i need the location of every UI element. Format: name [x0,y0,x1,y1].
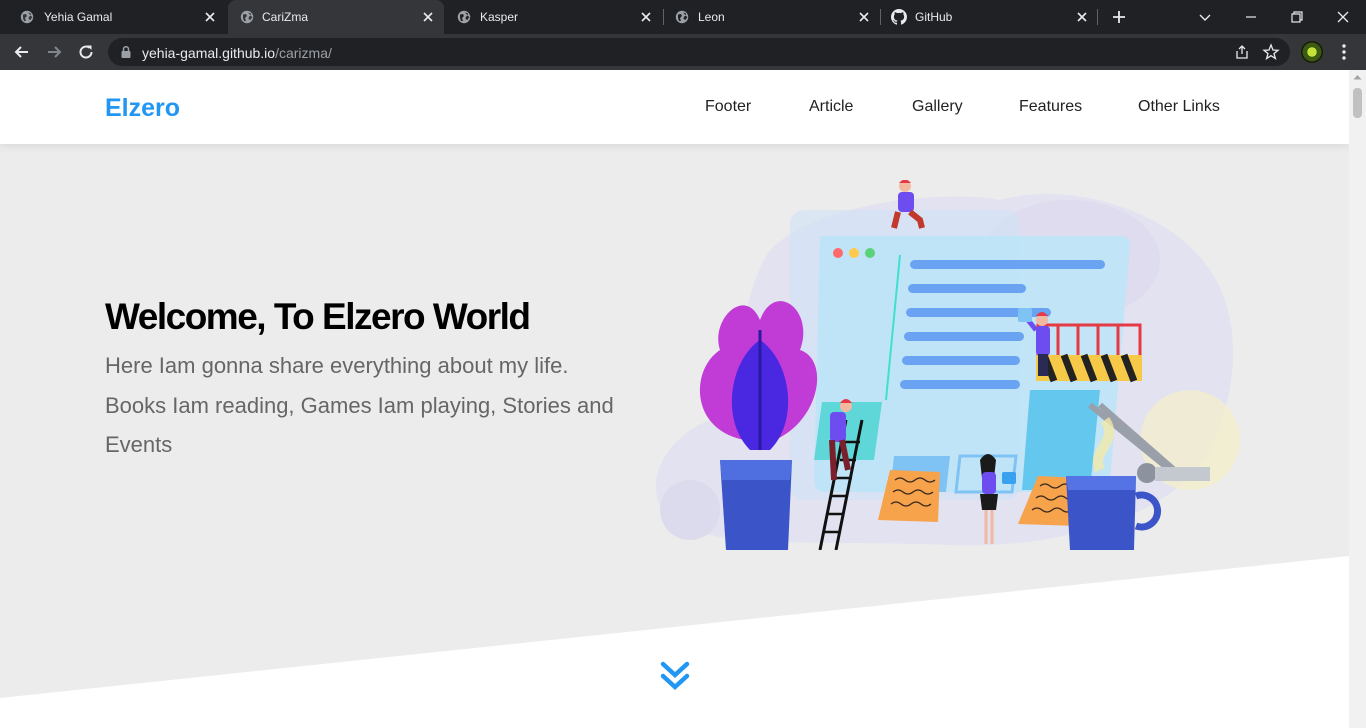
person-legs [1038,354,1048,376]
vertical-scrollbar[interactable] [1349,70,1366,728]
tab-search-chevron-icon[interactable] [1196,8,1214,26]
tab-carizma[interactable]: CariZma [228,0,444,34]
close-icon[interactable] [638,9,654,25]
nav-link-article[interactable]: Article [809,98,853,116]
github-icon [891,9,907,25]
person-body [1036,326,1050,356]
tab-leon[interactable]: Leon [664,0,880,34]
profile-avatar[interactable] [1301,41,1323,63]
window-dot [865,248,875,258]
person-body [982,472,996,494]
lift-arm [1155,467,1210,481]
close-window-icon[interactable] [1334,8,1352,26]
scroll-up-arrow-icon[interactable] [1353,74,1362,80]
minimize-icon[interactable] [1242,8,1260,26]
reload-icon[interactable] [76,42,96,62]
lift-joint [1137,463,1157,483]
person-body [898,192,914,212]
lock-icon[interactable] [120,45,132,59]
url-host: yehia-gamal.github.io [142,45,276,61]
tab-strip: Yehia Gamal CariZma Kasper Leon GitHub [0,0,1366,34]
url-path: /carizma/ [275,45,332,61]
close-icon[interactable] [420,9,436,25]
close-icon[interactable] [1074,9,1090,25]
plant-pot-rim [720,460,792,480]
browser-toolbar: yehia-gamal.github.io/carizma/ [0,34,1366,70]
page-viewport: Elzero Footer Article Gallery Features O… [0,70,1349,728]
window-dot [833,248,843,258]
more-menu-icon[interactable] [1336,43,1352,61]
hero-illustration [655,180,1240,550]
content-line [908,284,1026,293]
content-card [1022,390,1100,490]
tab-title: GitHub [915,10,953,24]
content-line [900,380,1020,389]
url-text: yehia-gamal.github.io/carizma/ [142,45,332,61]
globe-icon [20,10,34,24]
tab-github[interactable]: GitHub [882,0,1098,34]
person-skirt [980,494,998,510]
window-dot [849,248,859,258]
nav-link-features[interactable]: Features [1019,98,1082,116]
content-line [910,260,1105,269]
restore-icon[interactable] [1288,8,1306,26]
scroll-down-chevron-icon[interactable] [660,660,690,692]
tab-yehia-gamal[interactable]: Yehia Gamal [0,0,226,34]
globe-icon [675,10,689,24]
scrollbar-thumb[interactable] [1353,88,1362,118]
site-logo[interactable]: Elzero [105,94,180,123]
globe-icon [240,10,254,24]
tab-title: Kasper [480,10,519,24]
address-bar[interactable]: yehia-gamal.github.io/carizma/ [108,38,1290,66]
tab-title: Yehia Gamal [44,10,113,24]
background-blob [660,480,720,540]
back-arrow-icon[interactable] [12,42,32,62]
nav-link-footer[interactable]: Footer [705,98,751,116]
held-card [1018,308,1032,322]
forward-arrow-icon[interactable] [44,42,64,62]
content-line [902,356,1020,365]
person-body [830,412,846,442]
bookmark-star-icon[interactable] [1262,43,1280,61]
close-icon[interactable] [856,9,872,25]
nav-link-other-links[interactable]: Other Links [1138,98,1220,116]
person-hair [899,180,911,183]
held-tablet [1002,472,1016,484]
coffee-mug-rim [1066,476,1136,490]
new-tab-icon[interactable] [1110,8,1128,26]
globe-icon [457,10,471,24]
tab-kasper[interactable]: Kasper [446,0,662,34]
nav-link-gallery[interactable]: Gallery [912,98,963,116]
content-line [904,332,1024,341]
tab-title: Leon [698,10,725,24]
tab-separator [1097,9,1098,25]
tab-separator [880,9,881,25]
share-icon[interactable] [1234,44,1250,60]
site-header: Elzero Footer Article Gallery Features O… [0,70,1349,144]
close-icon[interactable] [202,9,218,25]
tab-title: CariZma [262,10,309,24]
